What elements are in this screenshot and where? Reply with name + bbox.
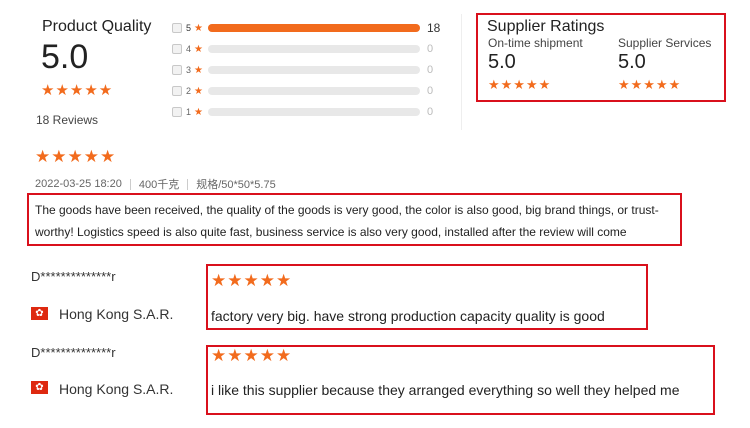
star-icon: ★ (194, 43, 203, 55)
rating-count: 0 (427, 106, 434, 118)
rating-bar-fill (208, 24, 420, 32)
hong-kong-flag-icon: ✿ (31, 307, 48, 320)
star-icon: ★ (194, 22, 203, 34)
star-icon: ★ (194, 85, 203, 97)
buyer-name: D**************r (31, 269, 116, 284)
review-text: The goods have been received, the qualit… (35, 203, 659, 239)
rating-count: 0 (427, 43, 434, 55)
meta-divider (187, 178, 189, 190)
rating-filter-2[interactable]: 2 ★ 0 (172, 84, 442, 98)
star-icon: ★ (194, 64, 203, 76)
hong-kong-flag-icon: ✿ (31, 381, 48, 394)
supplier-services-stars: ★★★★★ (618, 77, 682, 92)
rating-filter-4[interactable]: 4 ★ 0 (172, 42, 442, 56)
star-level: 1 (186, 107, 192, 117)
buyer-name: D**************r (31, 345, 116, 360)
section-divider (461, 14, 462, 130)
star-level: 2 (186, 86, 192, 96)
ontime-shipment-score: 5.0 (488, 51, 516, 73)
product-quality-score: 5.0 (41, 38, 89, 76)
review-weight: 400千克 (138, 179, 180, 191)
filter-checkbox[interactable] (172, 23, 182, 33)
supplier-services-label: Supplier Services (618, 36, 712, 50)
filter-checkbox[interactable] (172, 107, 182, 117)
review-spec: 规格/50*50*5.75 (196, 179, 276, 191)
review-stars: ★★★★★ (35, 147, 117, 166)
buyer-country: Hong Kong S.A.R. (59, 381, 174, 397)
filter-checkbox[interactable] (172, 86, 182, 96)
review-count: 18 Reviews (36, 113, 99, 127)
rating-filter-5[interactable]: 5 ★ 18 (172, 21, 442, 35)
product-quality-title: Product Quality (42, 18, 152, 35)
star-level: 3 (186, 65, 192, 75)
supplier-ratings-title: Supplier Ratings (487, 18, 605, 35)
review-meta: 2022-03-25 18:20 400千克 规格/50*50*5.75 (35, 176, 276, 192)
star-icon: ★ (194, 106, 203, 118)
rating-filter-3[interactable]: 3 ★ 0 (172, 63, 442, 77)
ontime-shipment-stars: ★★★★★ (488, 77, 552, 92)
buyer-review-text: i like this supplier because they arrang… (211, 382, 680, 398)
product-quality-stars: ★★★★★ (41, 82, 114, 99)
filter-checkbox[interactable] (172, 65, 182, 75)
review-date: 2022-03-25 18:20 (35, 178, 122, 190)
buyer-review-stars: ★★★★★ (211, 271, 293, 290)
rating-bar-track (208, 45, 420, 53)
rating-bar-track (208, 108, 420, 116)
rating-bar-track (208, 66, 420, 74)
buyer-country: Hong Kong S.A.R. (59, 306, 174, 322)
rating-count: 0 (427, 85, 434, 97)
supplier-services-score: 5.0 (618, 51, 646, 73)
rating-count: 18 (427, 21, 441, 35)
rating-filter-1[interactable]: 1 ★ 0 (172, 105, 442, 119)
filter-checkbox[interactable] (172, 44, 182, 54)
ontime-shipment-label: On-time shipment (488, 36, 583, 50)
rating-count: 0 (427, 64, 434, 76)
buyer-review-text: factory very big. have strong production… (211, 308, 605, 324)
rating-bar-track (208, 24, 420, 32)
rating-bar-track (208, 87, 420, 95)
buyer-review-stars: ★★★★★ (211, 346, 293, 365)
meta-divider (129, 178, 131, 190)
star-level: 4 (186, 44, 192, 54)
star-level: 5 (186, 23, 192, 33)
